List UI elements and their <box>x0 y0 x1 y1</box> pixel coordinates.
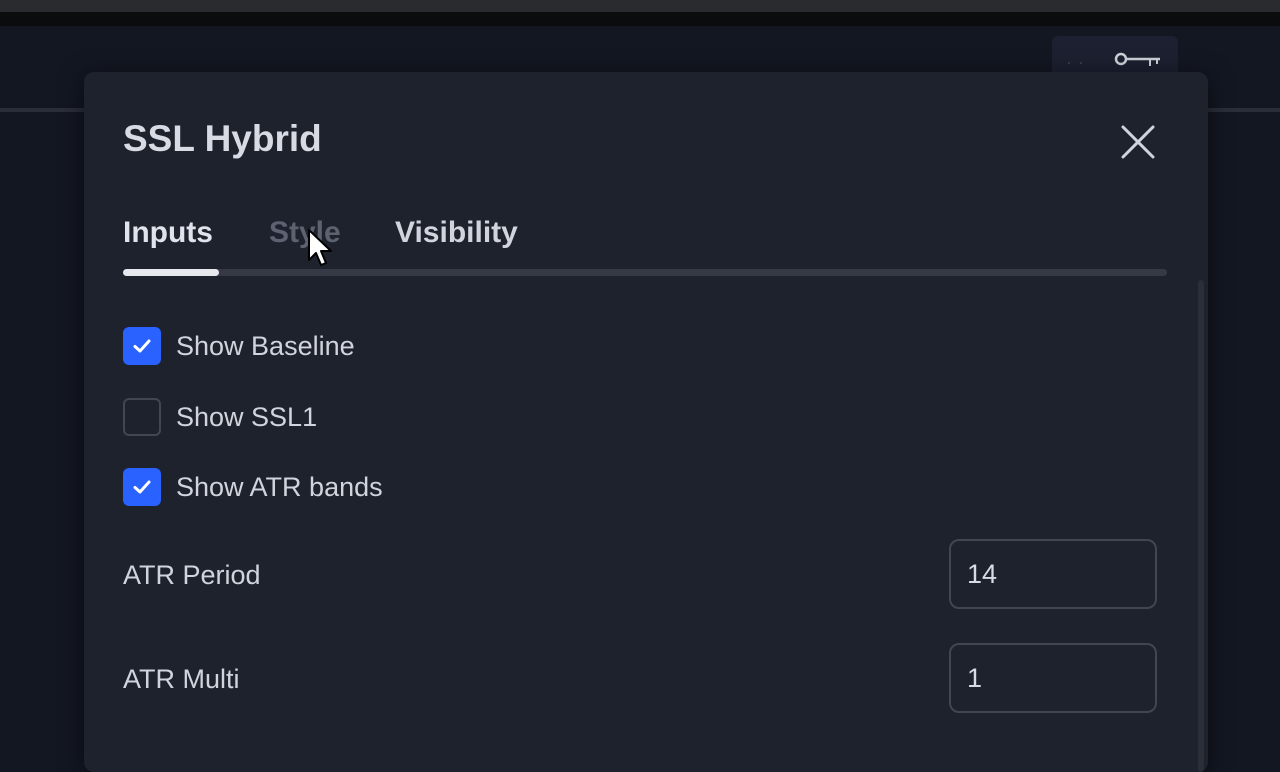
show-baseline-label: Show Baseline <box>176 330 355 361</box>
show-ssl1-checkbox[interactable] <box>123 398 161 436</box>
atr-multi-input[interactable] <box>949 643 1157 713</box>
key-icon <box>1114 52 1160 66</box>
show-baseline-row[interactable]: Show Baseline <box>123 326 723 366</box>
close-icon[interactable] <box>1114 118 1162 166</box>
show-ssl1-row[interactable]: Show SSL1 <box>123 397 723 437</box>
show-atr-bands-checkbox[interactable] <box>123 468 161 506</box>
tab-visibility[interactable]: Visibility <box>395 216 518 250</box>
check-icon <box>133 339 151 353</box>
show-ssl1-label: Show SSL1 <box>176 401 318 432</box>
check-icon <box>133 480 151 494</box>
tab-inputs[interactable]: Inputs <box>123 216 213 250</box>
mouse-pointer-icon <box>308 229 332 266</box>
atr-period-label: ATR Period <box>123 560 261 590</box>
dialog-title: SSL Hybrid <box>123 118 322 159</box>
tab-track <box>123 269 1167 276</box>
atr-period-input[interactable] <box>949 539 1157 609</box>
active-tab-indicator <box>123 269 219 276</box>
show-atr-bands-label: Show ATR bands <box>176 471 383 502</box>
show-atr-bands-row[interactable]: Show ATR bands <box>123 467 723 507</box>
window-top-bar <box>0 0 1280 26</box>
indicator-settings-dialog: SSL Hybrid Inputs Style Visibility Show … <box>84 72 1208 772</box>
show-baseline-checkbox[interactable] <box>123 327 161 365</box>
atr-multi-label: ATR Multi <box>123 664 240 694</box>
more-dots-icon: ·· <box>1066 52 1090 72</box>
scrollbar[interactable] <box>1198 280 1204 772</box>
tab-bar: Inputs Style Visibility <box>123 216 1167 276</box>
